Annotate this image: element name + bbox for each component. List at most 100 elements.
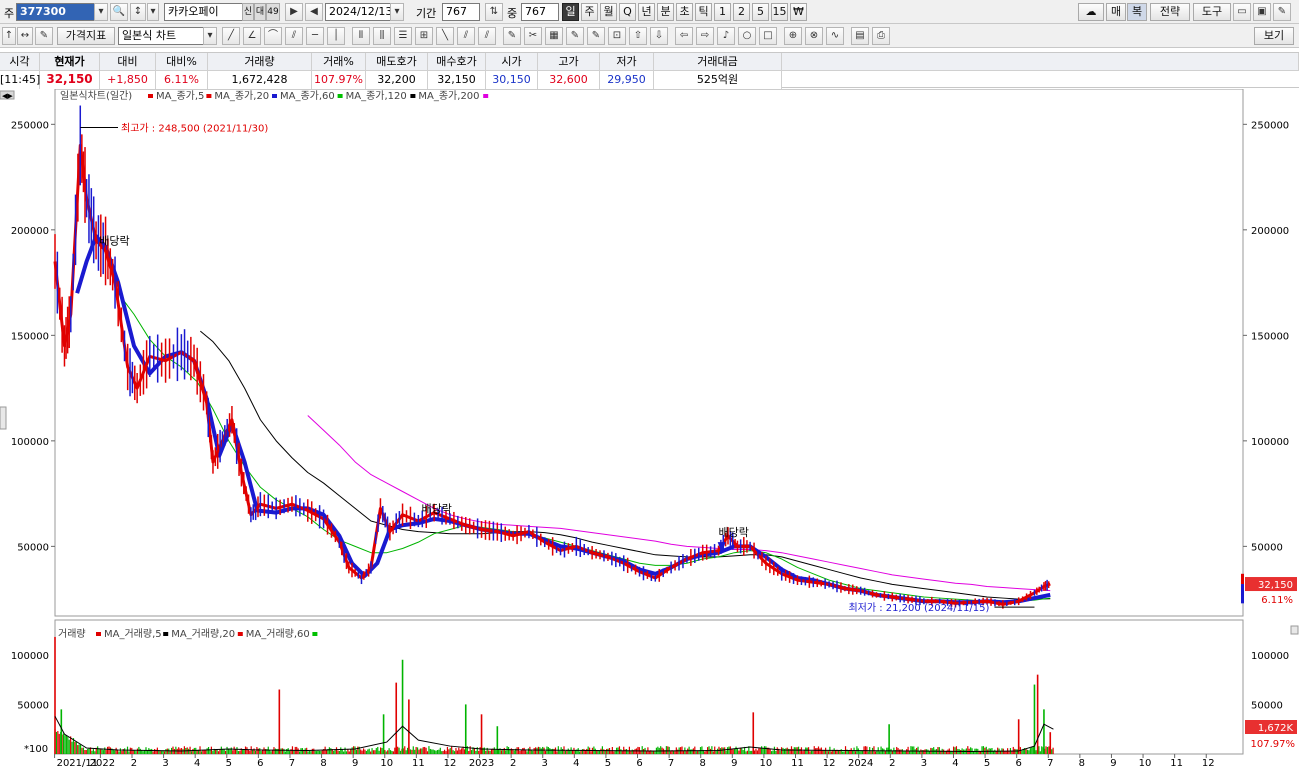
period-button-12[interactable]: ₩ [790, 3, 807, 21]
period-button-5[interactable]: 분 [657, 3, 674, 21]
volume-pct-tag: 107.97% [1251, 739, 1296, 750]
draw-tool-icon-12[interactable]: ⫽ [478, 27, 496, 45]
draw-tool-icon-10[interactable]: ╲ [436, 27, 454, 45]
period-button-8[interactable]: 1 [714, 3, 731, 21]
quote-value-2: +1,850 [100, 71, 156, 89]
draw-tool-icon-2[interactable]: ⌒ [264, 27, 282, 45]
period-button-6[interactable]: 초 [676, 3, 693, 21]
count-label: 중 [507, 7, 518, 20]
y-tick-label-left-4: 250000 [11, 120, 49, 131]
period-button-11[interactable]: 15 [771, 3, 788, 21]
price-legend-label-4: MA_종가,200 [418, 90, 479, 102]
draw-tool-icon-14[interactable]: ✂ [524, 27, 542, 45]
x-tick-label-10: 10 [380, 758, 393, 769]
dividend-label-0: 배당락 [99, 235, 129, 248]
search-icon[interactable]: 🔍 [110, 3, 128, 21]
chart-type-dropdown-icon[interactable]: ▾ [203, 27, 217, 45]
x-tick-label-13: 2023 [469, 758, 494, 769]
x-tick-label-16: 4 [573, 758, 579, 769]
draw-tool-icon-22[interactable]: ⇨ [696, 27, 714, 45]
y-tick-label-left-3: 200000 [11, 226, 49, 237]
volume-legend-swatch-extra [312, 632, 318, 636]
tools-button[interactable]: 도구 [1193, 3, 1231, 21]
quote-value-3: 6.11% [156, 71, 208, 89]
draw-tool-icon-16[interactable]: ✎ [566, 27, 584, 45]
x-tick-label-34: 10 [1139, 758, 1152, 769]
stock-code-input[interactable]: 377300 [16, 3, 96, 21]
draw-tool-icon-29[interactable]: ▤ [851, 27, 869, 45]
x-tick-label-32: 8 [1079, 758, 1085, 769]
period-button-7[interactable]: 틱 [695, 3, 712, 21]
period-input[interactable]: 767 [442, 3, 480, 21]
expand-icon[interactable]: ↔ [17, 27, 33, 45]
cloud-icon[interactable]: ☁ [1078, 3, 1104, 21]
draw-tool-icon-13[interactable]: ✎ [503, 27, 521, 45]
draw-tool-icon-8[interactable]: ☰ [394, 27, 412, 45]
vol-tick-label-left-0: 50000 [17, 700, 49, 711]
view-button[interactable]: 보기 [1254, 27, 1294, 45]
save-icon[interactable]: ▣ [1253, 3, 1271, 21]
draw-tool-icon-11[interactable]: ⫽ [457, 27, 475, 45]
sort-icon[interactable]: ↕ [130, 3, 146, 21]
draw-tool-icon-7[interactable]: ⫼ [373, 27, 391, 45]
y-tick-label-right-3: 200000 [1251, 226, 1289, 237]
code-dropdown-icon[interactable]: ▾ [94, 3, 108, 21]
date-field[interactable]: 2024/12/13 [325, 3, 392, 21]
draw-tool-icon-15[interactable]: ▦ [545, 27, 563, 45]
list-dropdown-icon[interactable]: ▾ [147, 3, 159, 21]
draw-tool-icon-4[interactable]: ─ [306, 27, 324, 45]
spin-icon[interactable]: ⇅ [485, 3, 503, 21]
wrench-icon[interactable]: ✎ [1273, 3, 1291, 21]
draw-tool-icon-24[interactable]: ○ [738, 27, 756, 45]
quote-value-0: [11:45] [0, 71, 40, 89]
play-back-icon[interactable]: ◀ [305, 3, 323, 21]
strategy-button[interactable]: 전략 [1150, 3, 1190, 21]
x-tick-label-33: 9 [1110, 758, 1116, 769]
calendar-dropdown-icon[interactable]: ▾ [390, 3, 404, 21]
quote-header-2: 대비 [100, 53, 156, 71]
draw-tool-icon-19[interactable]: ⇧ [629, 27, 647, 45]
x-tick-label-11: 11 [412, 758, 425, 769]
period-button-4[interactable]: 년 [638, 3, 655, 21]
y-tick-label-right-4: 250000 [1251, 120, 1289, 131]
draw-tool-icon-30[interactable]: ⎙ [872, 27, 890, 45]
folder-icon[interactable]: ▭ [1233, 3, 1251, 21]
draw-tool-icon-23[interactable]: ♪ [717, 27, 735, 45]
draw-tool-icon-25[interactable]: □ [759, 27, 777, 45]
draw-tool-icon-0[interactable]: ╱ [222, 27, 240, 45]
draw-tool-icon-3[interactable]: ⫽ [285, 27, 303, 45]
period-button-0[interactable]: 일 [562, 3, 579, 21]
chart-type-select[interactable]: 일본식 차트 [118, 27, 204, 45]
draw-tool-icon-1[interactable]: ∠ [243, 27, 261, 45]
period-button-10[interactable]: 5 [752, 3, 769, 21]
x-tick-label-1: 2022 [90, 758, 115, 769]
trade-button[interactable]: 매 [1106, 3, 1126, 21]
draw-tool-icon-5[interactable]: │ [327, 27, 345, 45]
price-legend-swatch-extra [483, 94, 489, 98]
draw-tool-icon-28[interactable]: ∿ [826, 27, 844, 45]
current-price-tag: 32,150 [1258, 580, 1293, 591]
draw-tool-icon-6[interactable]: ⦀ [352, 27, 370, 45]
count-input[interactable]: 767 [521, 3, 559, 21]
period-button-2[interactable]: 월 [600, 3, 617, 21]
draw-tool-icon-17[interactable]: ✎ [587, 27, 605, 45]
draw-tool-icon-26[interactable]: ⊕ [784, 27, 802, 45]
stock-chart[interactable]: ◀▶ 50000 50000 100000 100000 150000 150000 2000… [0, 88, 1299, 777]
x-tick-label-20: 8 [700, 758, 706, 769]
draw-tool-icon-18[interactable]: ⊡ [608, 27, 626, 45]
indicator-button[interactable]: 가격지표 [57, 27, 115, 45]
draw-tool-icon-9[interactable]: ⊞ [415, 27, 433, 45]
draw-tool-icon-27[interactable]: ⊗ [805, 27, 823, 45]
period-button-3[interactable]: Q [619, 3, 636, 21]
multi-button[interactable]: 복 [1127, 3, 1147, 21]
y-tick-label-right-1: 100000 [1251, 437, 1289, 448]
period-button-1[interactable]: 주 [581, 3, 598, 21]
draw-tool-icon-20[interactable]: ⇩ [650, 27, 668, 45]
play-forward-icon[interactable]: ▶ [285, 3, 303, 21]
edit-icon[interactable]: ✎ [35, 27, 53, 45]
draw-tool-icon-21[interactable]: ⇦ [675, 27, 693, 45]
up-arrow-icon[interactable]: ↑ [2, 27, 16, 45]
period-button-9[interactable]: 2 [733, 3, 750, 21]
tag-new: 신 [242, 3, 254, 21]
quote-header-5: 거래% [312, 53, 366, 71]
